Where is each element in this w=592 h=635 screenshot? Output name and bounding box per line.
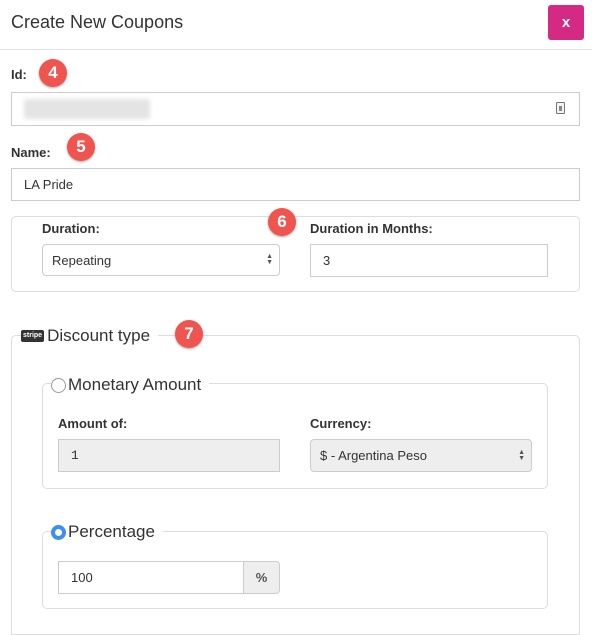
monetary-amount-fieldset [42, 383, 548, 489]
duration-select[interactable]: Repeating ▲ ▼ [42, 244, 280, 276]
select-arrows-icon: ▲ ▼ [518, 448, 525, 462]
percent-addon: % [243, 561, 280, 594]
currency-label: Currency: [310, 416, 372, 431]
currency-select[interactable]: $ - Argentina Peso ▲ ▼ [310, 439, 532, 472]
discount-type-legend-text: Discount type [47, 326, 151, 345]
name-input-value: LA Pride [24, 177, 74, 192]
annotation-badge-5: 5 [67, 133, 95, 161]
modal-title: Create New Coupons [11, 12, 184, 32]
monetary-amount-legend: Monetary Amount [51, 373, 210, 397]
percentage-radio[interactable] [51, 524, 66, 540]
duration-months-label: Duration in Months: [310, 221, 433, 236]
annotation-badge-4: 4 [39, 59, 67, 87]
name-input[interactable]: LA Pride [11, 168, 580, 201]
percentage-legend: Percentage [51, 520, 163, 544]
discount-type-legend: stripe Discount type [21, 324, 159, 348]
select-arrows-icon: ▲ ▼ [266, 253, 273, 266]
monetary-amount-legend-text: Monetary Amount [68, 375, 202, 394]
stripe-icon: stripe [21, 330, 45, 342]
percentage-input[interactable]: 100 [58, 561, 244, 594]
id-value-redacted [24, 99, 150, 119]
amount-label: Amount of: [58, 416, 128, 431]
duration-label: Duration: [42, 221, 100, 236]
close-button[interactable]: x [548, 5, 584, 40]
percentage-legend-text: Percentage [68, 522, 155, 541]
duration-months-value: 3 [323, 253, 331, 268]
amount-input[interactable]: 1 [58, 439, 280, 472]
duration-months-input[interactable]: 3 [310, 244, 548, 277]
annotation-badge-6: 6 [268, 208, 296, 236]
amount-input-value: 1 [71, 448, 79, 463]
currency-selected-value: $ - Argentina Peso [320, 448, 427, 463]
contact-card-icon[interactable] [556, 102, 565, 114]
id-label: Id: [11, 67, 27, 82]
id-input[interactable] [11, 92, 580, 126]
percentage-input-value: 100 [71, 570, 93, 585]
duration-selected-value: Repeating [52, 252, 112, 268]
name-label: Name: [11, 145, 51, 160]
monetary-amount-radio[interactable] [51, 377, 66, 393]
annotation-badge-7: 7 [175, 320, 203, 348]
modal-header: Create New Coupons x [0, 0, 592, 50]
